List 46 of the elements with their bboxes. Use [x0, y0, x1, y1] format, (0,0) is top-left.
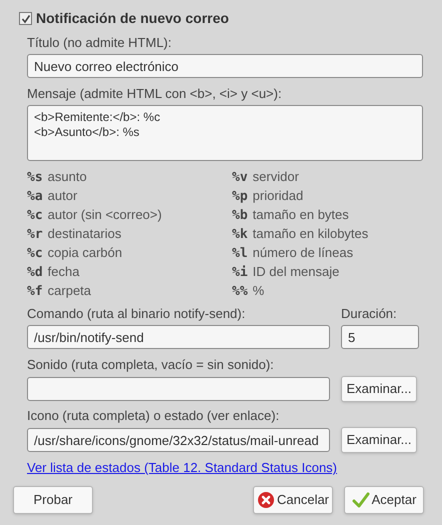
- placeholder-code: %i: [232, 264, 248, 282]
- placeholder-code: %r: [27, 226, 43, 244]
- status-list-link[interactable]: Ver lista de estados (Table 12. Standard Status Icons): [27, 458, 338, 478]
- placeholder-description: número de líneas: [252, 244, 354, 262]
- placeholder-description: autor: [48, 187, 78, 205]
- duration-input[interactable]: 5: [341, 325, 419, 349]
- placeholder-description: asunto: [48, 168, 87, 186]
- field-label: Duración:: [341, 306, 398, 322]
- cancel-button[interactable]: Cancelar: [253, 486, 333, 514]
- placeholder-code: %s: [27, 169, 43, 187]
- placeholder-description: copia carbón: [48, 244, 122, 262]
- placeholder-description: carpeta: [48, 282, 92, 300]
- placeholder-code: %a: [27, 188, 43, 206]
- title-input[interactable]: Nuevo correo electrónico: [27, 54, 423, 78]
- placeholder-code: %c: [27, 245, 43, 263]
- field-label: Sonido (ruta completa, vacío = sin sonido):: [27, 357, 275, 373]
- placeholder-code: %p: [232, 188, 248, 206]
- placeholder-description: servidor: [252, 168, 299, 186]
- placeholder-code: %b: [232, 207, 248, 225]
- command-input[interactable]: /usr/bin/notify-send: [27, 325, 330, 349]
- field-label: Título (no admite HTML):: [27, 35, 172, 51]
- placeholder-code: %v: [232, 169, 248, 187]
- placeholder-description: tamaño en kilobytes: [252, 225, 368, 243]
- browse-button[interactable]: Examinar...: [341, 376, 417, 402]
- browse-button[interactable]: Examinar...: [341, 427, 417, 453]
- section-title: Notificación de nuevo correo: [36, 9, 229, 28]
- placeholder-code: %k: [232, 226, 248, 244]
- placeholder-description: destinatarios: [48, 225, 122, 243]
- placeholder-description: ID del mensaje: [252, 263, 340, 281]
- placeholder-code: %%: [232, 283, 248, 301]
- test-button[interactable]: Probar: [13, 486, 93, 514]
- placeholder-description: prioridad: [252, 187, 304, 205]
- placeholder-code: %f: [27, 283, 43, 301]
- placeholder-code: %d: [27, 264, 43, 282]
- field-label: Comando (ruta al binario notify-send):: [27, 306, 246, 322]
- placeholder-description: tamaño en bytes: [252, 206, 349, 224]
- placeholder-code: %c: [27, 207, 43, 225]
- icon-input[interactable]: /usr/share/icons/gnome/32x32/status/mail-unread: [27, 428, 330, 452]
- placeholder-description: %: [252, 282, 264, 300]
- placeholder-description: fecha: [48, 263, 80, 281]
- placeholder-description: autor (sin <correo>): [48, 206, 162, 224]
- field-label: Mensaje (admite HTML con <b>, <i> y <u>):: [27, 86, 283, 102]
- message-textarea[interactable]: <b>Remitente:</b>: %c <b>Asunto</b>: %s: [27, 105, 423, 161]
- accept-button[interactable]: Aceptar: [344, 486, 424, 514]
- field-label: Icono (ruta completa) o estado (ver enlace):: [27, 408, 280, 424]
- placeholder-code: %l: [232, 245, 248, 263]
